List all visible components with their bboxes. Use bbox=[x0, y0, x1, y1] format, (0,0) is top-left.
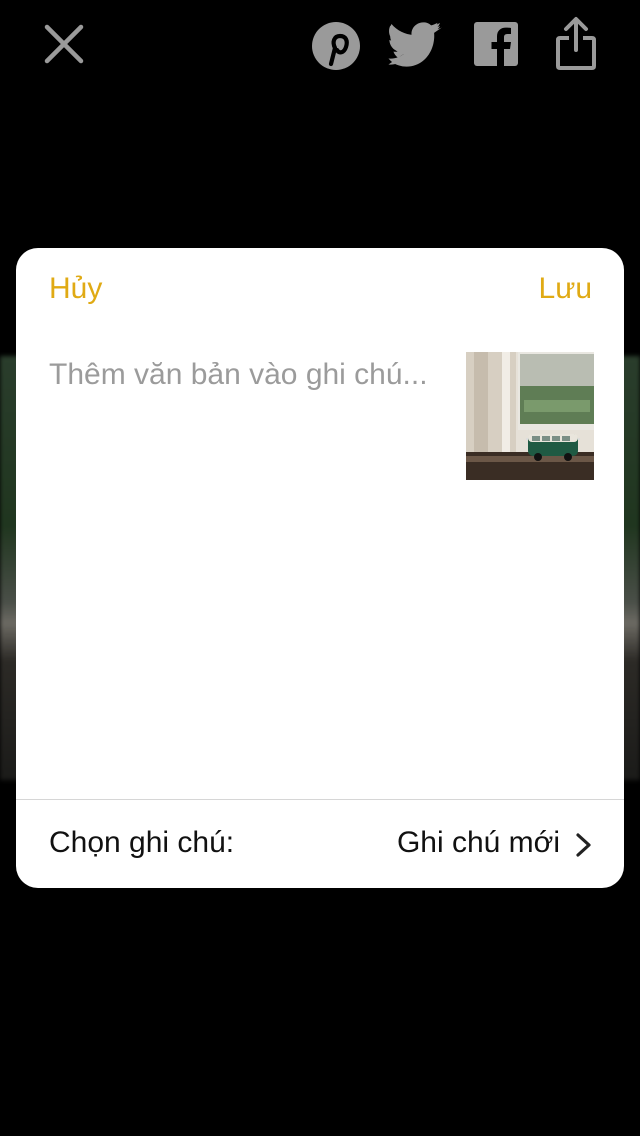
choose-note-value: Ghi chú mới bbox=[396, 826, 560, 859]
facebook-icon[interactable] bbox=[474, 22, 518, 66]
note-text-input[interactable] bbox=[49, 350, 429, 770]
twitter-icon[interactable] bbox=[388, 22, 442, 68]
choose-note-label: Chọn ghi chú: bbox=[49, 826, 235, 859]
cancel-button[interactable]: Hủy bbox=[49, 272, 102, 306]
choose-note-row[interactable]: Chọn ghi chú: Ghi chú mới bbox=[16, 800, 624, 888]
save-button[interactable]: Lưu bbox=[539, 272, 592, 306]
notes-share-sheet: Hủy Lưu Chọn ghi chú: bbox=[16, 248, 624, 888]
pinterest-icon[interactable] bbox=[310, 20, 362, 72]
close-icon[interactable] bbox=[40, 20, 88, 68]
share-icon[interactable] bbox=[554, 16, 598, 72]
chevron-right-icon bbox=[576, 833, 591, 857]
photo-thumbnail bbox=[466, 352, 594, 480]
